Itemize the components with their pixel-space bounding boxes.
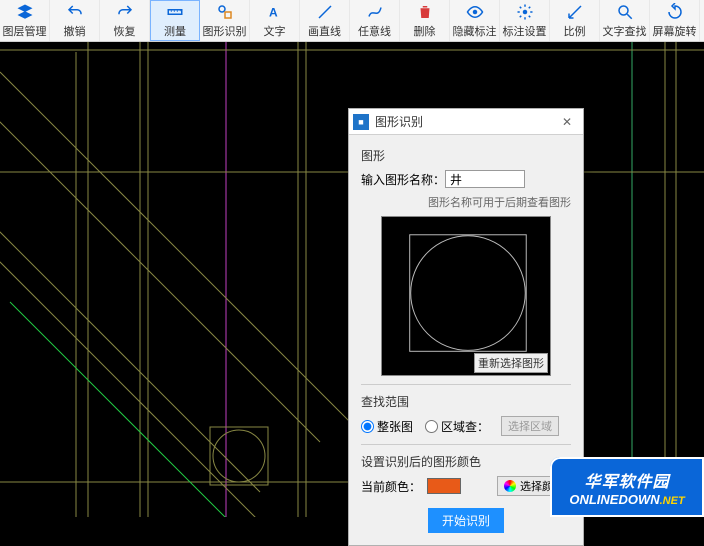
redo-icon bbox=[116, 3, 134, 21]
select-region-button[interactable]: 选择区域 bbox=[501, 416, 559, 436]
svg-text:A: A bbox=[269, 5, 278, 19]
undo-icon bbox=[66, 3, 84, 21]
tool-label: 任意线 bbox=[358, 23, 391, 39]
scope-all-radio[interactable]: 整张图 bbox=[361, 418, 413, 435]
tool-undo[interactable]: 撤销 bbox=[50, 0, 100, 41]
freeline-icon bbox=[366, 3, 384, 21]
tool-label: 屏幕旋转 bbox=[653, 23, 697, 39]
tool-delete[interactable]: 删除 bbox=[400, 0, 450, 41]
tool-hide-annot[interactable]: 隐藏标注 bbox=[450, 0, 500, 41]
tool-label: 画直线 bbox=[308, 23, 341, 39]
delete-icon bbox=[416, 3, 434, 21]
shape-name-label: 输入图形名称： bbox=[361, 171, 445, 188]
color-wheel-icon bbox=[504, 480, 516, 492]
gear-icon bbox=[516, 3, 534, 21]
tool-measure[interactable]: 测量 bbox=[150, 0, 200, 41]
tool-label: 删除 bbox=[414, 23, 436, 39]
scope-region-radio[interactable]: 区域查： bbox=[425, 418, 489, 435]
dialog-title: 图形识别 bbox=[375, 113, 551, 130]
tool-shape-recognize[interactable]: 图形识别 bbox=[200, 0, 250, 41]
tool-find-text[interactable]: 文字查找 bbox=[600, 0, 650, 41]
tool-label: 比例 bbox=[564, 23, 586, 39]
layers-icon bbox=[16, 3, 34, 21]
search-icon bbox=[616, 3, 634, 21]
tool-redo[interactable]: 恢复 bbox=[100, 0, 150, 41]
main-toolbar: 图层管理 撤销 恢复 测量 图形识别 A 文字 画直线 任意线 删除 隐藏标注 标… bbox=[0, 0, 704, 42]
section-shape-label: 图形 bbox=[361, 147, 571, 164]
tool-annot-settings[interactable]: 标注设置 bbox=[500, 0, 550, 41]
shape-name-hint: 图形名称可用于后期查看图形 bbox=[361, 194, 571, 210]
watermark-cn: 华军软件园 bbox=[584, 468, 669, 492]
tool-label: 图层管理 bbox=[3, 23, 47, 39]
tool-label: 文字 bbox=[264, 23, 286, 39]
tool-label: 文字查找 bbox=[603, 23, 647, 39]
dialog-titlebar[interactable]: ■ 图形识别 ✕ bbox=[349, 109, 583, 135]
tool-label: 撤销 bbox=[64, 23, 86, 39]
tool-text[interactable]: A 文字 bbox=[250, 0, 300, 41]
current-color-swatch bbox=[427, 478, 461, 494]
tool-freeline[interactable]: 任意线 bbox=[350, 0, 400, 41]
tool-label: 标注设置 bbox=[503, 23, 547, 39]
scale-icon bbox=[566, 3, 584, 21]
app-icon: ■ bbox=[353, 114, 369, 130]
rotate-icon bbox=[666, 3, 684, 21]
tool-scale[interactable]: 比例 bbox=[550, 0, 600, 41]
ruler-icon bbox=[166, 3, 184, 21]
eye-off-icon bbox=[466, 3, 484, 21]
tool-print[interactable]: 打印 bbox=[700, 0, 704, 41]
tool-label: 测量 bbox=[164, 23, 186, 39]
tool-rotate-screen[interactable]: 屏幕旋转 bbox=[650, 0, 700, 41]
reselect-shape-button[interactable]: 重新选择图形 bbox=[474, 353, 548, 373]
current-color-label: 当前颜色： bbox=[361, 478, 421, 495]
close-icon[interactable]: ✕ bbox=[551, 109, 583, 135]
section-color-label: 设置识别后的图形颜色 bbox=[361, 453, 571, 470]
shape-preview: 重新选择图形 bbox=[381, 216, 551, 376]
shapes-icon bbox=[216, 3, 234, 21]
shape-name-input[interactable] bbox=[445, 170, 525, 188]
tool-label: 恢复 bbox=[114, 23, 136, 39]
tool-label: 图形识别 bbox=[203, 23, 247, 39]
watermark-logo: 华军软件园 ONLINEDOWN.NET bbox=[550, 457, 704, 517]
start-recognition-button[interactable]: 开始识别 bbox=[428, 508, 504, 533]
tool-layer-manage[interactable]: 图层管理 bbox=[0, 0, 50, 41]
line-icon bbox=[316, 3, 334, 21]
tool-label: 隐藏标注 bbox=[453, 23, 497, 39]
watermark-en: ONLINEDOWN.NET bbox=[569, 492, 684, 507]
tool-line[interactable]: 画直线 bbox=[300, 0, 350, 41]
section-scope-label: 查找范围 bbox=[361, 393, 571, 410]
text-icon: A bbox=[266, 3, 284, 21]
shape-recognition-dialog: ■ 图形识别 ✕ 图形 输入图形名称： 图形名称可用于后期查看图形 重新选择图形… bbox=[348, 108, 584, 546]
